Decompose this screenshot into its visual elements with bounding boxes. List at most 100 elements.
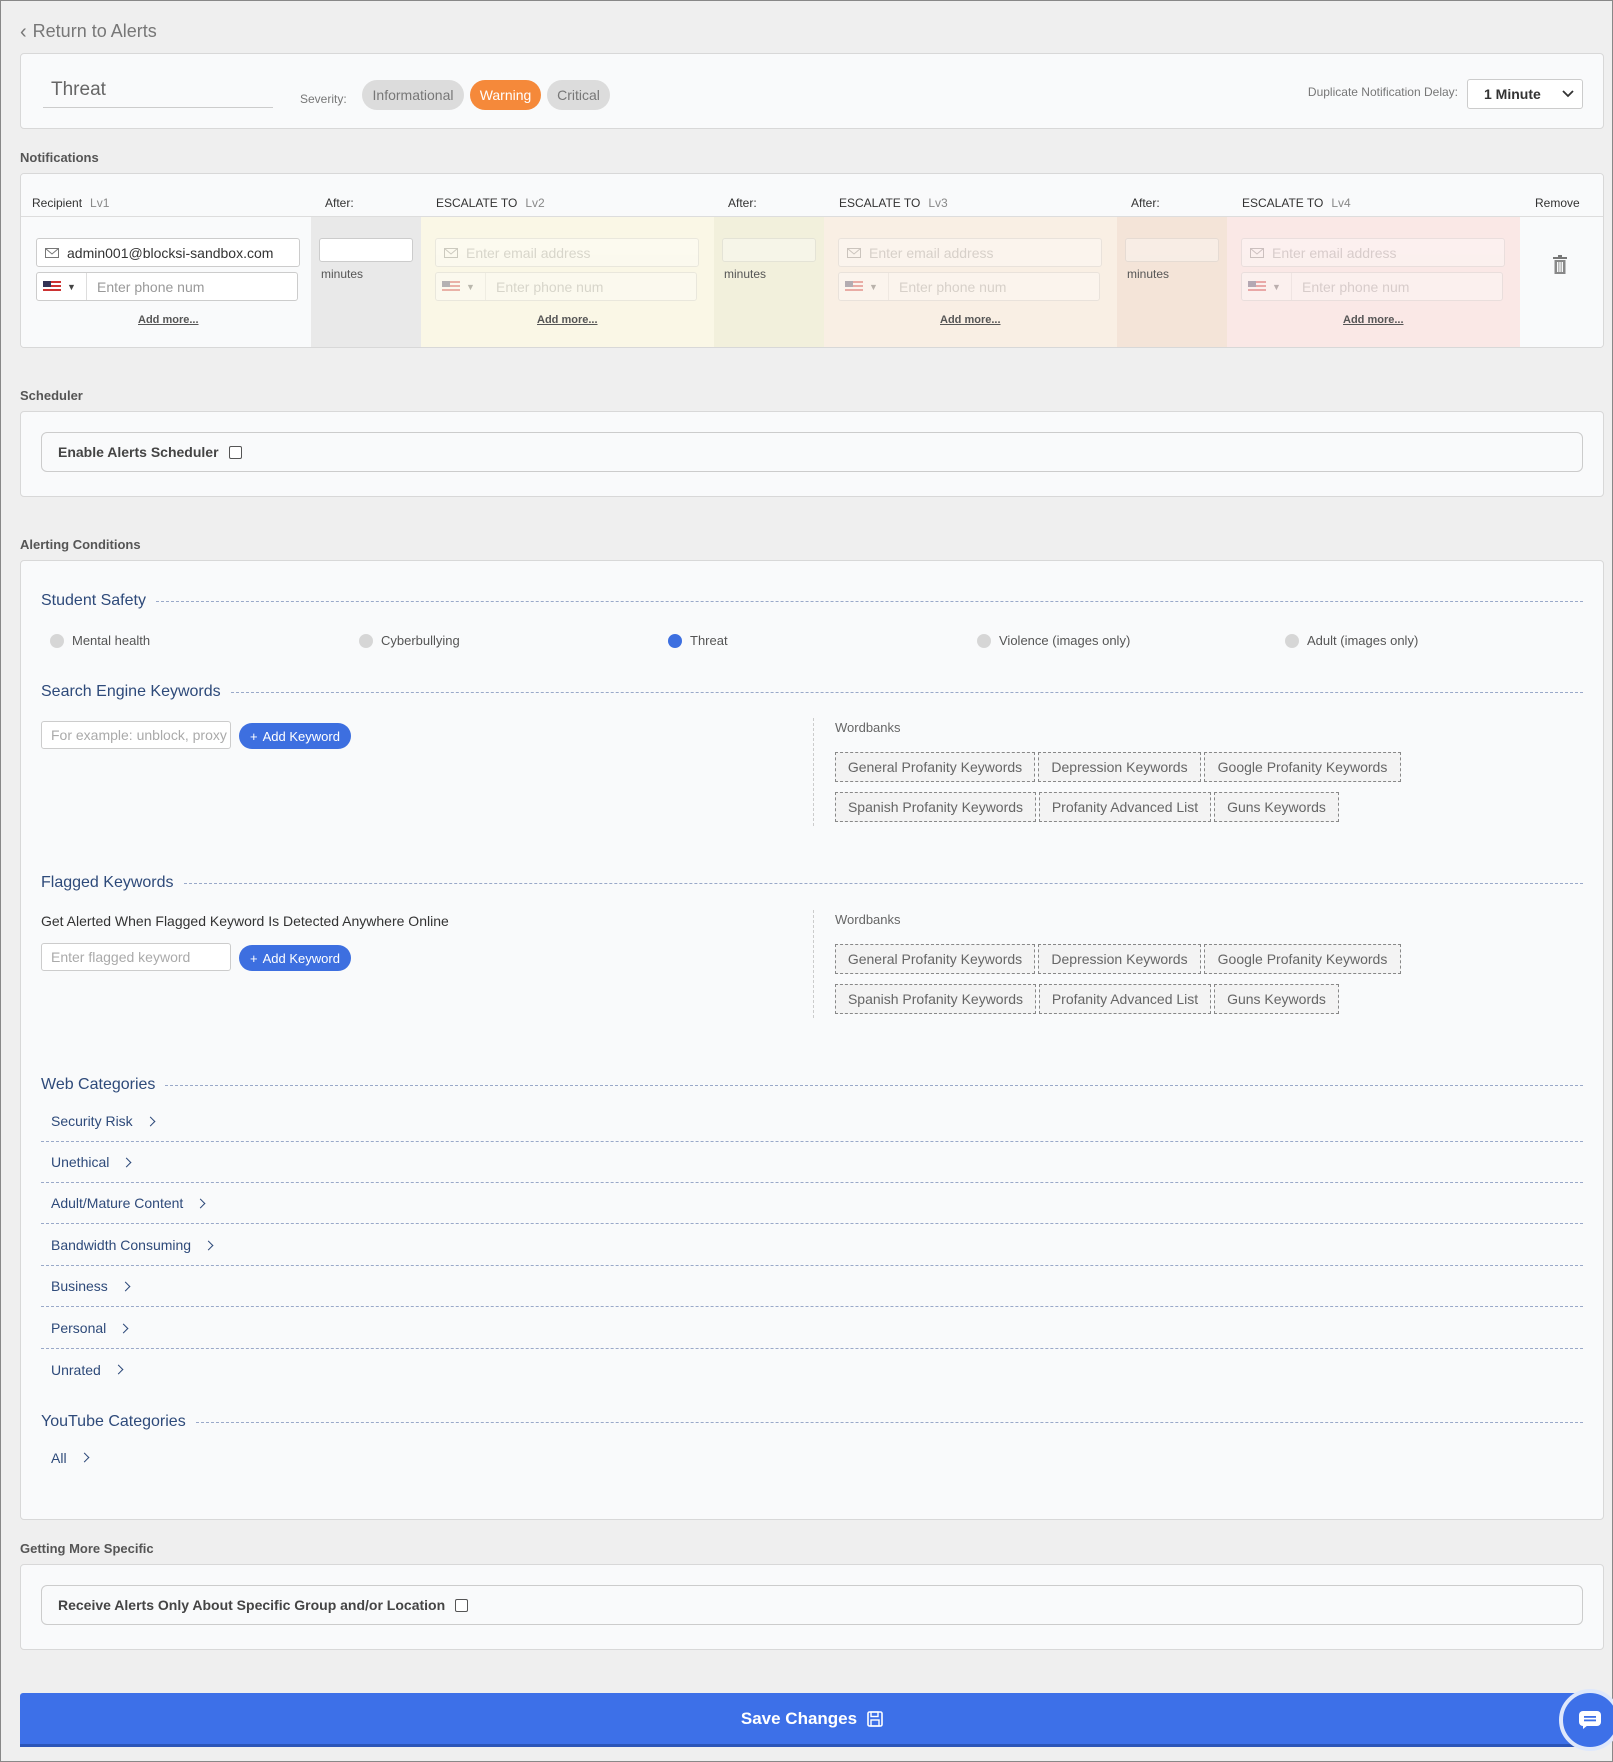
youtube-category-all[interactable]: All bbox=[41, 1437, 1583, 1478]
flagged-keywords-description: Get Alerted When Flagged Keyword Is Dete… bbox=[41, 913, 449, 929]
escalate-lv2-header: ESCALATE TO Lv2 bbox=[436, 196, 545, 210]
scheduler-section-label: Scheduler bbox=[20, 388, 83, 403]
save-changes-button[interactable]: Save Changes bbox=[20, 1693, 1604, 1747]
web-category-personal[interactable]: Personal bbox=[41, 1308, 1583, 1349]
wordbank-chip[interactable]: Depression Keywords bbox=[1038, 752, 1201, 782]
save-changes-label: Save Changes bbox=[740, 1708, 858, 1728]
minutes-label-2: minutes bbox=[724, 267, 767, 281]
wordbank-chip[interactable]: General Profanity Keywords bbox=[835, 944, 1035, 974]
country-flag-select[interactable]: ▼ bbox=[839, 273, 889, 300]
search-keyword-input[interactable]: For example: unblock, proxy bbox=[41, 721, 231, 749]
add-search-keyword-button[interactable]: + Add Keyword bbox=[239, 723, 351, 749]
wordbank-chip[interactable]: Google Profanity Keywords bbox=[1204, 752, 1401, 782]
chevron-right-icon bbox=[120, 1281, 131, 1291]
getting-more-specific-card: Receive Alerts Only About Specific Group… bbox=[20, 1564, 1604, 1650]
wordbank-chip[interactable]: Depression Keywords bbox=[1038, 944, 1201, 974]
notifications-section-label: Notifications bbox=[20, 150, 99, 165]
wordbank-chip[interactable]: Profanity Advanced List bbox=[1039, 984, 1211, 1014]
lv4-phone-field[interactable]: ▼ Enter phone num bbox=[1241, 272, 1503, 301]
trash-icon[interactable] bbox=[1552, 255, 1568, 275]
search-wordbanks-label: Wordbanks bbox=[835, 720, 901, 735]
recipient-email-value: admin001@blocksi-sandbox.com bbox=[67, 244, 274, 261]
search-keywords-heading: Search Engine Keywords bbox=[41, 681, 1583, 703]
safety-option-violence[interactable]: Violence (images only) bbox=[977, 633, 1130, 648]
severity-critical-button[interactable]: Critical bbox=[547, 80, 610, 110]
chat-icon bbox=[1579, 1711, 1601, 1729]
us-flag-icon bbox=[442, 281, 460, 292]
after-header-2: After: bbox=[728, 196, 757, 210]
add-more-link-lv2[interactable]: Add more... bbox=[537, 314, 598, 326]
web-category-bandwidth[interactable]: Bandwidth Consuming bbox=[41, 1225, 1583, 1266]
phone-placeholder: Enter phone num bbox=[1302, 278, 1410, 295]
web-category-unethical[interactable]: Unethical bbox=[41, 1142, 1583, 1183]
country-flag-select[interactable]: ▼ bbox=[436, 273, 486, 300]
lv3-phone-field[interactable]: ▼ Enter phone num bbox=[838, 272, 1100, 301]
lv2-email-field[interactable]: Enter email address bbox=[435, 238, 699, 267]
divider bbox=[813, 718, 814, 826]
after-header-1: After: bbox=[325, 196, 354, 210]
severity-informational-button[interactable]: Informational bbox=[362, 80, 464, 110]
duplicate-delay-label: Duplicate Notification Delay: bbox=[1307, 85, 1458, 99]
flagged-keyword-input[interactable]: Enter flagged keyword bbox=[41, 943, 231, 971]
add-flagged-keyword-button[interactable]: + Add Keyword bbox=[239, 945, 351, 971]
severity-warning-button[interactable]: Warning bbox=[470, 80, 541, 110]
wordbank-chip[interactable]: Spanish Profanity Keywords bbox=[835, 792, 1036, 822]
envelope-icon bbox=[45, 247, 59, 258]
safety-option-adult[interactable]: Adult (images only) bbox=[1285, 633, 1418, 648]
wordbank-chip[interactable]: Guns Keywords bbox=[1214, 792, 1339, 822]
wordbank-chip[interactable]: General Profanity Keywords bbox=[835, 752, 1035, 782]
alert-header-card: Threat Severity: Informational Warning C… bbox=[20, 53, 1604, 129]
recipient-phone-field[interactable]: ▼ Enter phone num bbox=[36, 272, 298, 301]
flagged-keywords-heading: Flagged Keywords bbox=[41, 872, 1583, 894]
lv2-phone-field[interactable]: ▼ Enter phone num bbox=[435, 272, 697, 301]
enable-scheduler-checkbox[interactable] bbox=[228, 445, 242, 459]
safety-option-threat[interactable]: Threat bbox=[668, 633, 728, 648]
lv3-email-field[interactable]: Enter email address bbox=[838, 238, 1102, 267]
web-categories-heading: Web Categories bbox=[41, 1074, 1583, 1096]
web-category-label: Personal bbox=[51, 1320, 107, 1336]
wordbank-chip[interactable]: Spanish Profanity Keywords bbox=[835, 984, 1036, 1014]
duplicate-delay-select[interactable]: 1 Minute bbox=[1467, 79, 1583, 109]
escalate-lv2-column: Enter email address ▼ Enter phone num Ad… bbox=[421, 217, 714, 347]
save-icon bbox=[867, 1710, 883, 1727]
youtube-category-label: All bbox=[51, 1449, 67, 1466]
youtube-categories-heading: YouTube Categories bbox=[41, 1411, 1583, 1433]
wordbank-chip[interactable]: Profanity Advanced List bbox=[1039, 792, 1211, 822]
add-more-link-lv3[interactable]: Add more... bbox=[940, 314, 1001, 326]
lv4-email-field[interactable]: Enter email address bbox=[1241, 238, 1505, 267]
scheduler-card: Enable Alerts Scheduler bbox=[20, 411, 1604, 497]
safety-option-cyberbullying[interactable]: Cyberbullying bbox=[359, 633, 460, 648]
chevron-right-icon bbox=[79, 1452, 90, 1463]
wordbank-chip[interactable]: Guns Keywords bbox=[1214, 984, 1339, 1014]
receive-specific-checkbox[interactable] bbox=[455, 1598, 469, 1612]
getting-more-specific-section-label: Getting More Specific bbox=[20, 1541, 154, 1556]
alerting-conditions-section-label: Alerting Conditions bbox=[20, 537, 141, 552]
add-more-link-lv4[interactable]: Add more... bbox=[1343, 314, 1404, 326]
radio-icon bbox=[50, 633, 64, 648]
alerting-conditions-card: Student Safety Mental health Cyberbullyi… bbox=[20, 560, 1604, 1520]
country-flag-select[interactable]: ▼ bbox=[37, 273, 87, 300]
country-flag-select[interactable]: ▼ bbox=[1242, 273, 1292, 300]
alert-name-input[interactable]: Threat bbox=[43, 72, 273, 108]
web-category-unrated[interactable]: Unrated bbox=[41, 1349, 1583, 1390]
after-minutes-input-3[interactable] bbox=[1125, 238, 1219, 262]
return-to-alerts-link[interactable]: ‹ Return to Alerts bbox=[20, 21, 157, 42]
us-flag-icon bbox=[43, 281, 61, 292]
web-categories-title: Web Categories bbox=[41, 1076, 156, 1093]
web-category-adult-mature[interactable]: Adult/Mature Content bbox=[41, 1183, 1583, 1224]
student-safety-title: Student Safety bbox=[41, 592, 146, 609]
after-minutes-input-2[interactable] bbox=[722, 238, 816, 262]
phone-placeholder: Enter phone num bbox=[97, 278, 205, 295]
safety-option-mental-health[interactable]: Mental health bbox=[50, 633, 150, 648]
after-minutes-input-1[interactable] bbox=[319, 238, 413, 262]
web-category-security-risk[interactable]: Security Risk bbox=[41, 1101, 1583, 1142]
recipient-email-field[interactable]: admin001@blocksi-sandbox.com bbox=[36, 238, 300, 267]
chat-widget-button[interactable] bbox=[1559, 1689, 1613, 1751]
wordbank-chip[interactable]: Google Profanity Keywords bbox=[1204, 944, 1401, 974]
phone-placeholder: Enter phone num bbox=[496, 278, 604, 295]
web-category-business[interactable]: Business bbox=[41, 1266, 1583, 1307]
chevron-right-icon bbox=[145, 1116, 156, 1126]
lv3-email-placeholder: Enter email address bbox=[869, 244, 994, 261]
add-more-link-lv1[interactable]: Add more... bbox=[138, 314, 199, 326]
radio-selected-icon bbox=[668, 633, 682, 648]
